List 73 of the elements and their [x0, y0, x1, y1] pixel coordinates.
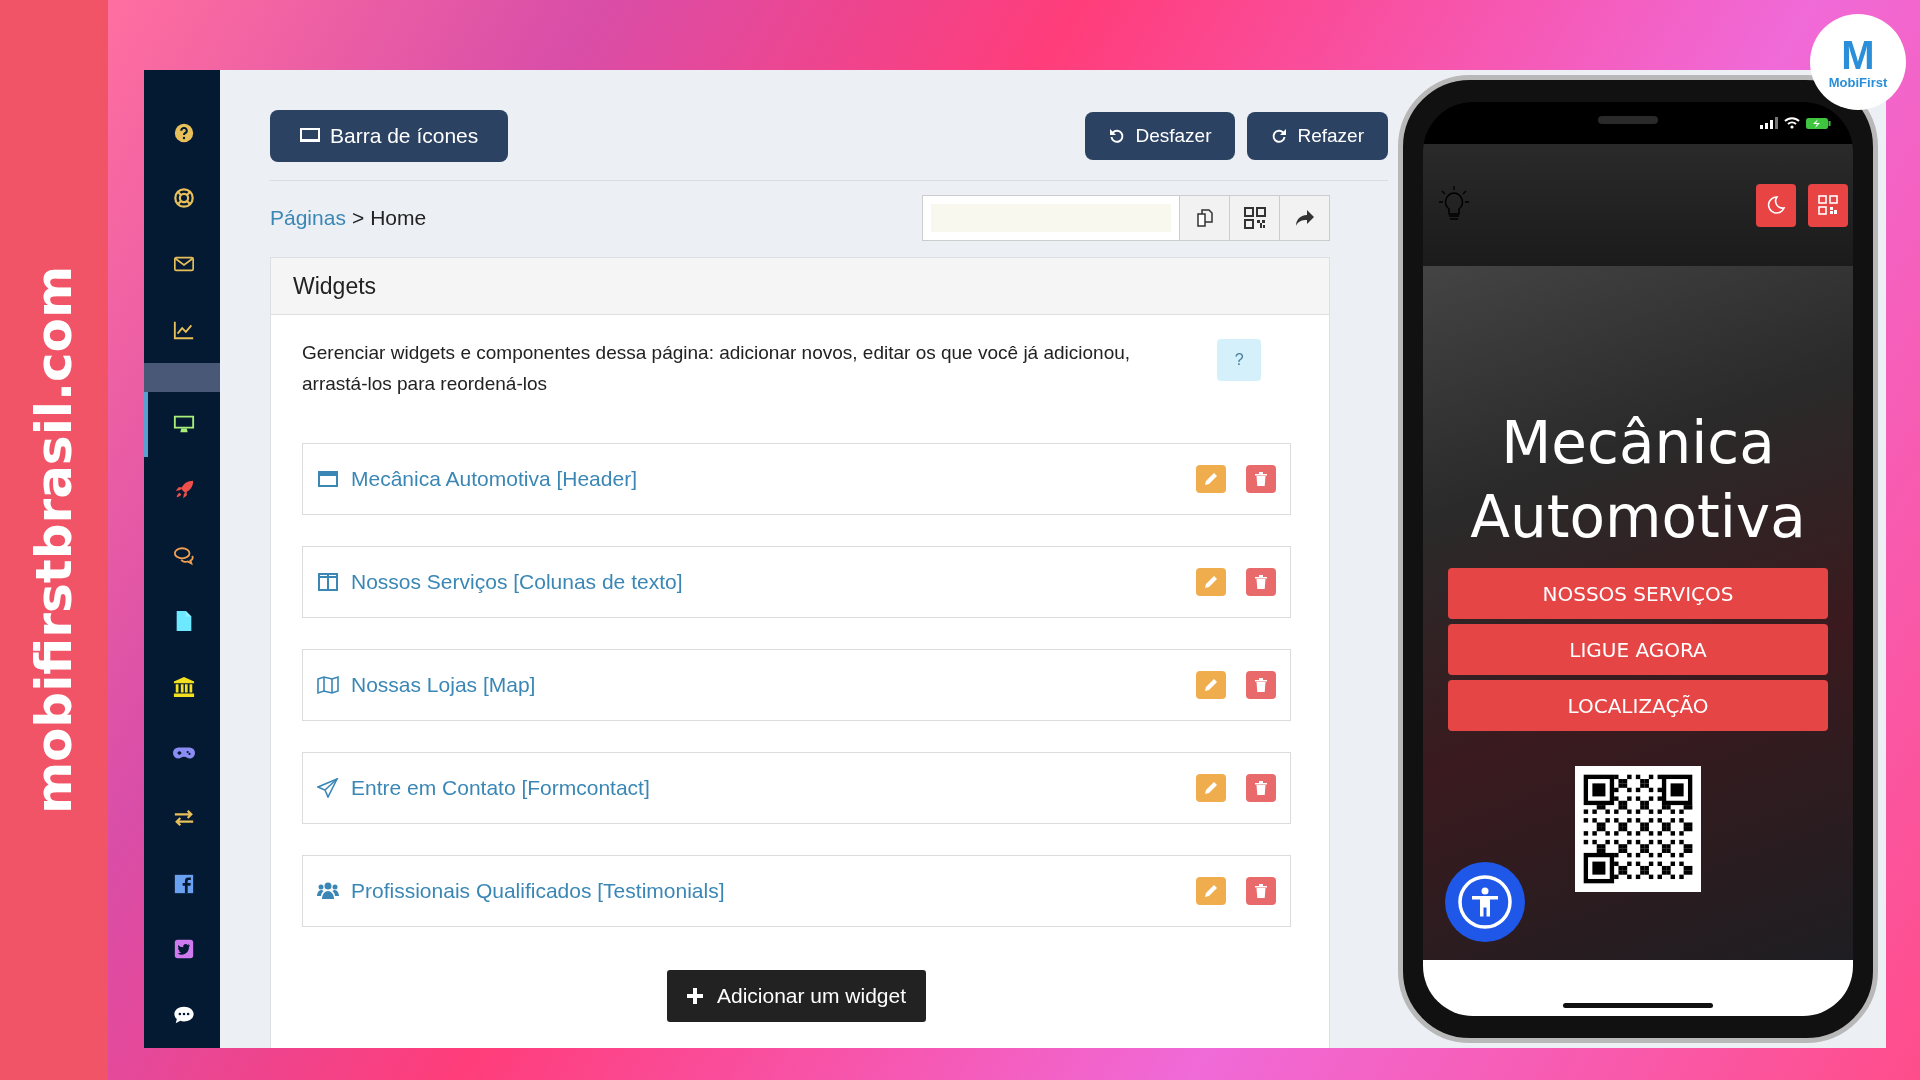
trash-icon [1255, 781, 1267, 795]
widget-row[interactable]: Profissionais Qualificados [Testimonials] [302, 855, 1291, 927]
trash-icon [1255, 472, 1267, 486]
hero-button[interactable]: NOSSOS SERVIÇOS [1448, 568, 1828, 619]
delete-button[interactable] [1246, 877, 1276, 905]
moon-icon [1766, 195, 1786, 215]
breadcrumb-separator: > [351, 206, 365, 230]
pencil-icon [1204, 575, 1218, 589]
trash-icon [1255, 678, 1267, 692]
widget-title: Nossas Lojas [Map] [351, 673, 536, 697]
help-icon [173, 121, 195, 144]
add-widget-button[interactable]: Adicionar um widget [666, 970, 927, 1022]
window-icon [317, 469, 339, 489]
share-button[interactable] [1279, 196, 1329, 240]
qr-code-icon [1243, 207, 1266, 229]
undo-icon [1109, 128, 1126, 144]
accessibility-icon [1457, 874, 1513, 930]
qr-button[interactable] [1229, 196, 1279, 240]
trash-icon [1255, 884, 1267, 898]
delete-button[interactable] [1246, 774, 1276, 802]
widget-title: Profissionais Qualificados [Testimonials] [351, 879, 725, 903]
wifi-icon [1784, 116, 1800, 130]
users-icon [317, 881, 339, 901]
widget-row[interactable]: Entre em Contato [Formcontact] [302, 752, 1291, 824]
widget-row[interactable]: Mecânica Automotiva [Header] [302, 443, 1291, 515]
lifebuoy-icon [173, 187, 195, 210]
share-arrow-icon [1294, 209, 1315, 227]
widget-row[interactable]: Nossos Serviços [Colunas de texto] [302, 546, 1291, 618]
website-text: mobifirstbrasil.com [25, 265, 83, 815]
widget-title: Nossos Serviços [Colunas de texto] [351, 570, 683, 594]
speaker-grille [1598, 116, 1658, 124]
panel-title: Widgets [293, 272, 377, 300]
hero-title: Mecânica Automotiva [1469, 408, 1807, 553]
monitor-icon [300, 128, 320, 144]
signal-icon [1760, 116, 1778, 130]
facebook-icon [173, 872, 195, 895]
map-icon [317, 675, 339, 695]
panel-description: Gerenciar widgets e componentes dessa página: adicionar novos, editar os que você já adicionou, arrastá-los para reordená-los [302, 341, 1132, 396]
pencil-icon [1204, 678, 1218, 692]
hero-button[interactable]: LIGUE AGORA [1448, 624, 1828, 675]
rocket-icon [173, 479, 195, 501]
delete-button[interactable] [1246, 568, 1276, 596]
undo-button[interactable]: Desfazer [1085, 112, 1236, 160]
dark-mode-button[interactable] [1756, 183, 1796, 227]
twitter-icon [173, 938, 195, 961]
pencil-icon [1204, 781, 1218, 795]
hero-button[interactable]: LOCALIZAÇÃO [1448, 680, 1828, 731]
pencil-icon [1204, 472, 1218, 486]
chat-icon [173, 544, 195, 567]
logo-text: MobiFirst [1828, 74, 1888, 90]
widget-row[interactable]: Nossas Lojas [Map] [302, 649, 1291, 721]
delete-button[interactable] [1246, 465, 1276, 493]
breadcrumb-current: Home [370, 206, 427, 230]
qr-code-button[interactable] [1808, 183, 1848, 227]
qr-code-icon [1818, 195, 1838, 215]
bank-icon [173, 675, 195, 698]
copy-icon [1194, 208, 1215, 228]
columns-icon [317, 572, 339, 592]
battery-icon [1806, 116, 1831, 130]
plus-icon [686, 988, 703, 1004]
trash-icon [1255, 575, 1267, 589]
redo-button[interactable]: Refazer [1247, 112, 1388, 160]
widget-title: Mecânica Automotiva [Header] [351, 467, 637, 491]
delete-button[interactable] [1246, 671, 1276, 699]
help-button[interactable]: ? [1217, 339, 1261, 381]
redo-icon [1271, 128, 1288, 144]
breadcrumb-link[interactable]: Páginas [270, 206, 346, 230]
copy-button[interactable] [1179, 196, 1229, 240]
icon-bar-button[interactable]: Barra de ícones [270, 110, 509, 162]
pencil-icon [1204, 884, 1218, 898]
widget-title: Entre em Contato [Formcontact] [351, 776, 650, 800]
paper-plane-icon [317, 778, 339, 798]
logo-letter: M [1841, 34, 1875, 75]
